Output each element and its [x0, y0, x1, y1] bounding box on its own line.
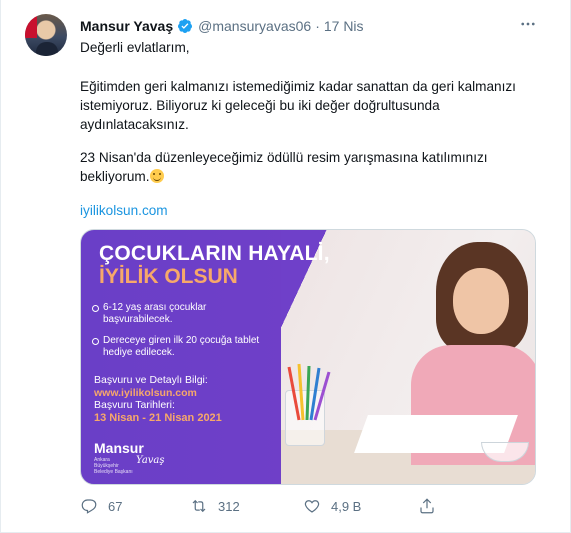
card-info: Başvuru ve Detaylı Bilgi: www.iyilikolsu… — [94, 374, 222, 424]
tweet-container[interactable]: Mansur Yavaş @mansuryavas06 · 17 Nis Değ… — [0, 0, 571, 533]
reply-count: 67 — [108, 498, 123, 514]
apply-label: Başvuru ve Detaylı Bilgi: — [94, 374, 208, 386]
dates-value: 13 Nisan - 21 Nisan 2021 — [94, 411, 222, 424]
colored-pencils-icon — [287, 363, 331, 421]
brand-subtitle: Ankara Büyükşehir Belediye Başkanı — [94, 457, 133, 475]
photo-girl-face — [453, 268, 509, 334]
verified-badge-icon — [178, 19, 193, 33]
card-bullet: 6-12 yaş arası çocuklar başvurabilecek. — [92, 302, 223, 326]
tweet-paragraph: Eğitimden geri kalmanızı istemediğimiz k… — [80, 79, 516, 132]
more-options-icon[interactable] — [517, 13, 539, 35]
retweet-count: 312 — [218, 498, 240, 514]
bullet-circle-icon — [92, 338, 99, 345]
tweet-link[interactable]: iyilikolsun.com — [80, 201, 168, 220]
tweet-paragraph: 23 Nisan'da düzenleyeceğimiz ödüllü resi… — [80, 148, 540, 186]
card-bullet-text: Dereceye giren ilk 20 çocuğa tablet hedi… — [103, 335, 260, 358]
avatar-suit — [36, 42, 58, 56]
author-handle[interactable]: @mansuryavas06 — [198, 18, 311, 34]
reply-icon — [81, 499, 97, 514]
tweet-paragraph-text: 23 Nisan'da düzenleyeceğimiz ödüllü resi… — [80, 150, 488, 184]
smiling-face-emoji-icon — [149, 169, 164, 183]
brand-script-text: Yavaş — [136, 455, 165, 466]
apply-url: www.iyilikolsun.com — [94, 386, 197, 399]
tweet-actions: 67 312 4,9 B — [80, 495, 540, 517]
brand-logo-text: Mansur — [94, 440, 144, 456]
share-button[interactable] — [418, 495, 446, 517]
author-name[interactable]: Mansur Yavaş — [80, 18, 173, 34]
tweet-paragraph: Değerli evlatlarım, — [80, 40, 190, 55]
like-count: 4,9 B — [331, 498, 362, 514]
media-image[interactable]: ÇOCUKLARIN HAYALİ, İYİLİK OLSUN 6-12 yaş… — [80, 229, 536, 485]
like-button[interactable]: 4,9 B — [303, 495, 361, 517]
retweet-icon — [192, 499, 206, 513]
retweet-button[interactable]: 312 — [190, 495, 240, 517]
dates-label: Başvuru Tarihleri: — [94, 399, 175, 411]
bullet-circle-icon — [92, 305, 99, 312]
share-icon — [420, 498, 434, 514]
header-separator: · — [315, 18, 320, 34]
ellipsis-icon — [521, 22, 535, 26]
tweet-header: Mansur Yavaş @mansuryavas06 · 17 Nis — [80, 17, 364, 35]
reply-button[interactable]: 67 — [80, 495, 122, 517]
tweet-date[interactable]: 17 Nis — [324, 18, 364, 34]
card-bullet: Dereceye giren ilk 20 çocuğa tablet hedi… — [92, 335, 263, 359]
card-bullet-text: 6-12 yaş arası çocuklar başvurabilecek. — [103, 302, 207, 325]
heart-icon — [304, 500, 320, 513]
card-title-line2: İYİLİK OLSUN — [99, 265, 238, 288]
card-title-line1: ÇOCUKLARIN HAYALİ, — [99, 242, 330, 265]
author-avatar[interactable] — [25, 14, 67, 56]
flag-shape — [25, 14, 37, 38]
